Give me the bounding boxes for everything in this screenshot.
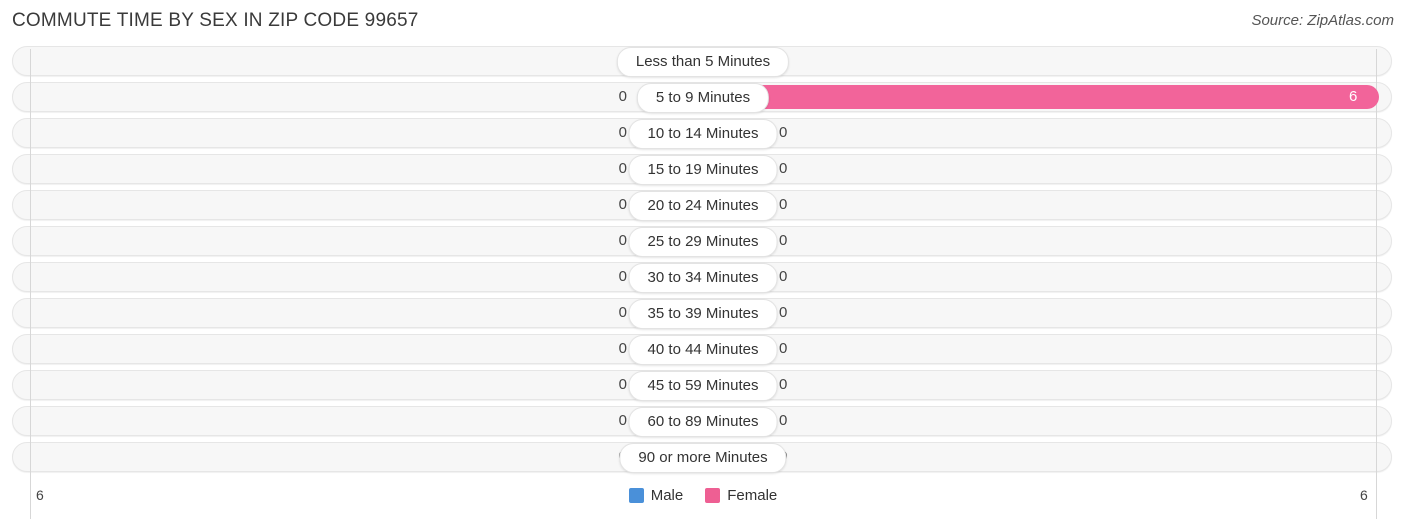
bar-female[interactable]	[703, 85, 1379, 109]
category-label-pill: 35 to 39 Minutes	[628, 299, 778, 329]
bar-value-female: 0	[779, 232, 788, 249]
bar-row: 0 0 45 to 59 Minutes	[0, 370, 1406, 401]
chart-header: COMMUTE TIME BY SEX IN ZIP CODE 99657 So…	[0, 0, 1406, 46]
category-label-pill: 5 to 9 Minutes	[636, 83, 770, 113]
bar-row: 0 0 60 to 89 Minutes	[0, 406, 1406, 437]
bar-value-male: 0	[618, 88, 627, 105]
bar-row: 0 0 40 to 44 Minutes	[0, 334, 1406, 365]
bar-value-male: 0	[618, 160, 627, 177]
bar-value-female: 0	[779, 160, 788, 177]
page-title: COMMUTE TIME BY SEX IN ZIP CODE 99657	[12, 10, 419, 31]
bar-row: 0 0 25 to 29 Minutes	[0, 226, 1406, 257]
category-label-pill: 30 to 34 Minutes	[628, 263, 778, 293]
legend-item-male[interactable]: Male	[628, 487, 684, 504]
legend-swatch-female-icon	[705, 488, 721, 503]
bar-value-female: 0	[779, 412, 788, 429]
bar-row: 0 0 35 to 39 Minutes	[0, 298, 1406, 329]
category-label-pill: 60 to 89 Minutes	[628, 407, 778, 437]
category-label-pill: 40 to 44 Minutes	[628, 335, 778, 365]
bar-row: 0090 or more Minutes	[0, 442, 1406, 473]
bar-value-female: 0	[779, 268, 788, 285]
category-label-pill: 15 to 19 Minutes	[628, 155, 778, 185]
bar-row: 0 0 30 to 34 Minutes	[0, 262, 1406, 293]
bar-value-male: 0	[618, 196, 627, 213]
category-label-pill: 10 to 14 Minutes	[628, 119, 778, 149]
chart-legend: Male Female	[0, 487, 1406, 504]
bar-value-female: 6	[1349, 88, 1358, 105]
bar-row: 0 0 20 to 24 Minutes	[0, 190, 1406, 221]
source-attribution: Source: ZipAtlas.com	[1251, 12, 1394, 29]
category-label-pill: 25 to 29 Minutes	[628, 227, 778, 257]
category-label-pill: 90 or more Minutes	[619, 443, 787, 473]
legend-swatch-male-icon	[628, 488, 644, 503]
axis-gridline-left	[30, 49, 31, 519]
bar-value-male: 0	[618, 232, 627, 249]
bar-value-male: 0	[618, 268, 627, 285]
bar-value-male: 0	[618, 340, 627, 357]
category-label-pill: Less than 5 Minutes	[616, 47, 790, 77]
bar-value-female: 0	[779, 340, 788, 357]
category-label-pill: 20 to 24 Minutes	[628, 191, 778, 221]
legend-label-female: Female	[727, 487, 778, 504]
bar-value-female: 0	[779, 196, 788, 213]
bar-value-male: 0	[618, 376, 627, 393]
bar-value-male: 0	[618, 124, 627, 141]
chart-plot-area: 00Less than 5 Minutes065 to 9 Minutes001…	[0, 46, 1406, 519]
bar-value-male: 0	[618, 412, 627, 429]
bar-row: 0 0 10 to 14 Minutes	[0, 118, 1406, 149]
axis-gridline-right	[1376, 49, 1377, 519]
bar-row-list: 00Less than 5 Minutes065 to 9 Minutes001…	[0, 46, 1406, 478]
bar-value-female: 0	[779, 376, 788, 393]
bar-value-male: 0	[618, 304, 627, 321]
bar-row: 00Less than 5 Minutes	[0, 46, 1406, 77]
legend-item-female[interactable]: Female	[705, 487, 777, 504]
category-label-pill: 45 to 59 Minutes	[628, 371, 778, 401]
bar-value-female: 0	[779, 304, 788, 321]
bar-row: 0 0 15 to 19 Minutes	[0, 154, 1406, 185]
bar-value-female: 0	[779, 124, 788, 141]
bar-row: 0 6 5 to 9 Minutes	[0, 82, 1406, 113]
legend-label-male: Male	[650, 487, 684, 504]
chart-footer: 6 6 Male Female	[0, 484, 1406, 523]
